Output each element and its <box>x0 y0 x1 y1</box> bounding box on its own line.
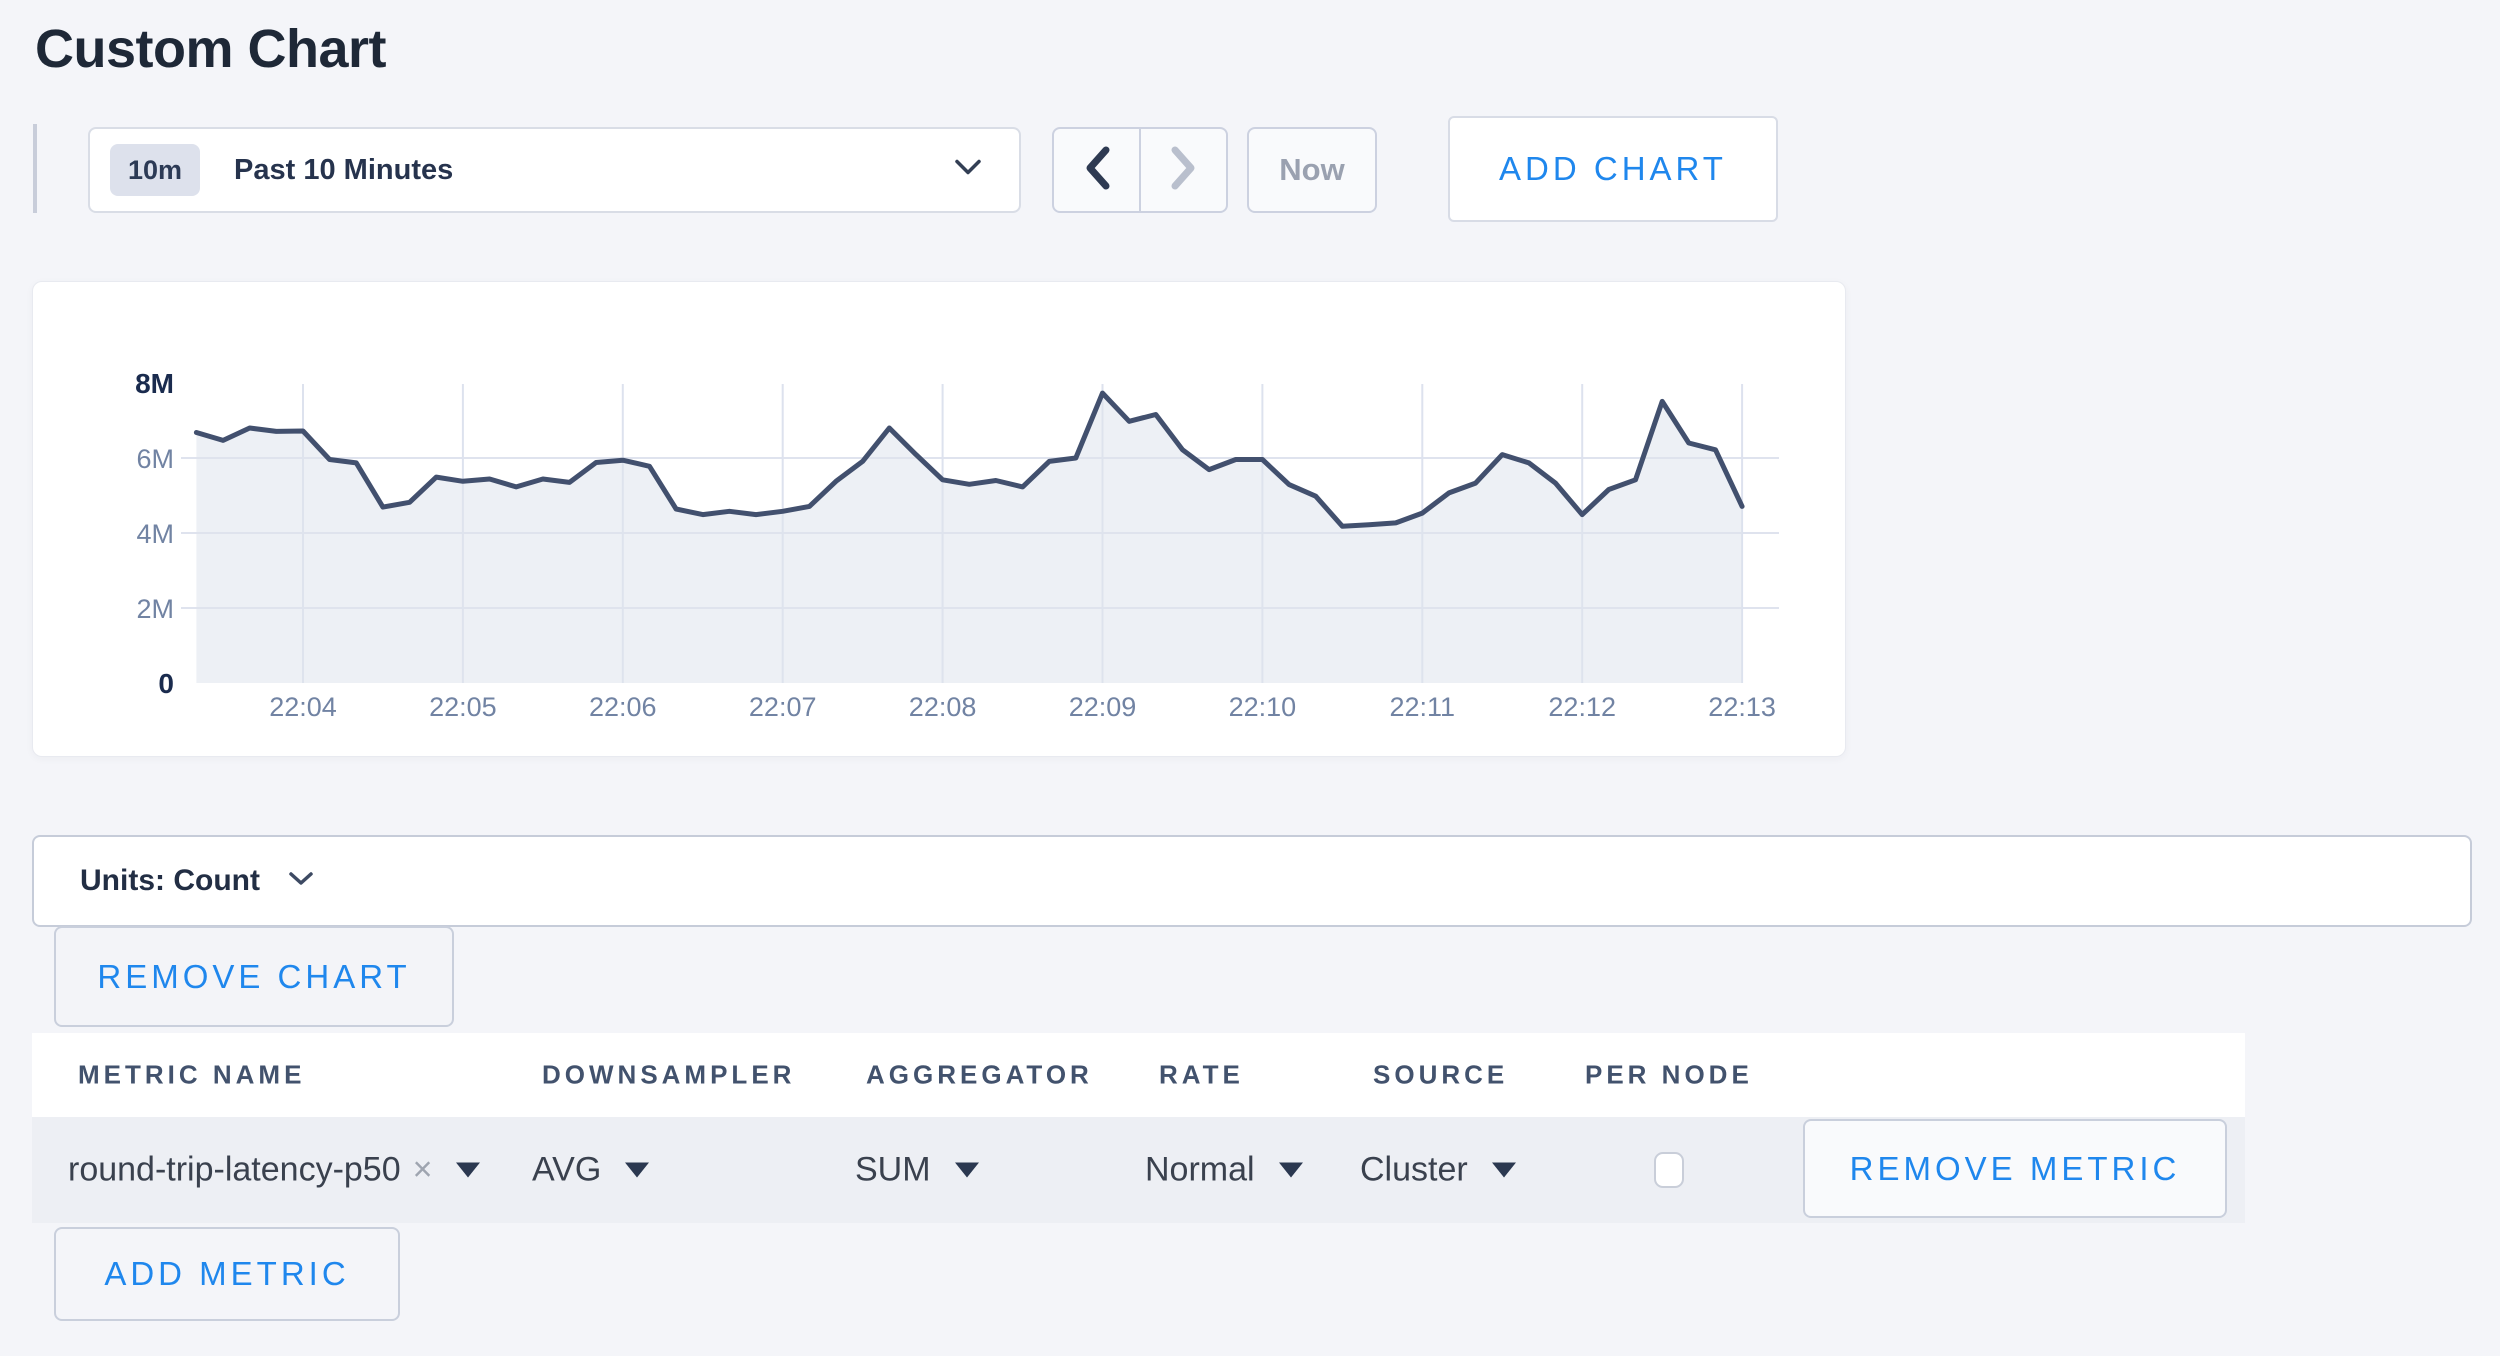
chevron-down-icon <box>288 870 314 893</box>
column-header-aggregator: AGGREGATOR <box>866 1060 1093 1091</box>
svg-text:22:13: 22:13 <box>1708 692 1776 722</box>
source-select[interactable]: Cluster <box>1360 1151 1516 1190</box>
remove-chart-button[interactable]: REMOVE CHART <box>54 926 454 1027</box>
column-header-source: SOURCE <box>1373 1060 1508 1091</box>
custom-chart-page: Custom Chart 10m Past 10 Minutes Now ADD… <box>0 0 2500 1356</box>
time-range-select[interactable]: 10m Past 10 Minutes <box>88 127 1021 213</box>
page-title: Custom Chart <box>35 18 386 80</box>
downsampler-select[interactable]: AVG <box>532 1151 649 1190</box>
time-range-badge: 10m <box>110 144 200 196</box>
caret-down-icon <box>456 1163 480 1178</box>
caret-down-icon <box>625 1163 649 1178</box>
aggregator-value: SUM <box>855 1151 931 1190</box>
svg-text:22:08: 22:08 <box>909 692 977 722</box>
rate-select[interactable]: Normal <box>1145 1151 1303 1190</box>
svg-text:22:05: 22:05 <box>429 692 497 722</box>
per-node-checkbox[interactable] <box>1654 1152 1684 1188</box>
time-selector-rule <box>33 124 37 213</box>
metric-row: round-trip-latency-p50 × AVG SUM Normal … <box>32 1117 2245 1223</box>
metric-name-select[interactable]: round-trip-latency-p50 × <box>68 1151 480 1190</box>
remove-metric-button[interactable]: REMOVE METRIC <box>1803 1119 2227 1218</box>
caret-down-icon <box>1492 1163 1516 1178</box>
column-header-rate: RATE <box>1159 1060 1244 1091</box>
aggregator-select[interactable]: SUM <box>855 1151 979 1190</box>
metrics-table-header: METRIC NAME DOWNSAMPLER AGGREGATOR RATE … <box>32 1033 2245 1117</box>
units-label: Units: Count <box>80 864 260 898</box>
rate-value: Normal <box>1145 1151 1255 1190</box>
svg-text:22:09: 22:09 <box>1069 692 1137 722</box>
svg-text:22:10: 22:10 <box>1229 692 1297 722</box>
column-header-downsampler: DOWNSAMPLER <box>542 1060 795 1091</box>
svg-text:22:12: 22:12 <box>1548 692 1616 722</box>
svg-text:22:07: 22:07 <box>749 692 817 722</box>
svg-text:2M: 2M <box>136 594 174 624</box>
chevron-left-icon <box>1082 146 1112 195</box>
svg-text:0: 0 <box>158 668 174 699</box>
now-button[interactable]: Now <box>1247 127 1377 213</box>
column-header-metric-name: METRIC NAME <box>78 1060 305 1091</box>
column-header-per-node: PER NODE <box>1585 1060 1753 1091</box>
chevron-right-icon <box>1169 146 1199 195</box>
add-metric-button[interactable]: ADD METRIC <box>54 1227 400 1321</box>
units-select[interactable]: Units: Count <box>32 835 2472 927</box>
source-value: Cluster <box>1360 1151 1468 1190</box>
time-forward-button[interactable] <box>1141 129 1226 211</box>
add-chart-button[interactable]: ADD CHART <box>1448 116 1778 222</box>
svg-text:22:11: 22:11 <box>1390 692 1456 722</box>
chevron-down-icon <box>953 158 983 183</box>
downsampler-value: AVG <box>532 1151 601 1190</box>
caret-down-icon <box>1279 1163 1303 1178</box>
time-back-button[interactable] <box>1054 129 1141 211</box>
time-range-label: Past 10 Minutes <box>234 154 453 187</box>
caret-down-icon <box>955 1163 979 1178</box>
svg-text:8M: 8M <box>135 368 174 399</box>
metrics-line-chart: 0 2M 4M 6M 8M 22:04 22:05 22:06 22:07 22:08 22:09 2… <box>33 282 1847 758</box>
svg-text:22:06: 22:06 <box>589 692 657 722</box>
chart-card: 0 2M 4M 6M 8M 22:04 22:05 22:06 22:07 22:08 22:09 2… <box>32 281 1846 757</box>
svg-text:4M: 4M <box>136 519 174 549</box>
time-nav-group <box>1052 127 1228 213</box>
clear-icon[interactable]: × <box>413 1151 433 1190</box>
svg-text:6M: 6M <box>136 444 174 474</box>
metric-name-value: round-trip-latency-p50 <box>68 1151 401 1190</box>
svg-text:22:04: 22:04 <box>269 692 337 722</box>
